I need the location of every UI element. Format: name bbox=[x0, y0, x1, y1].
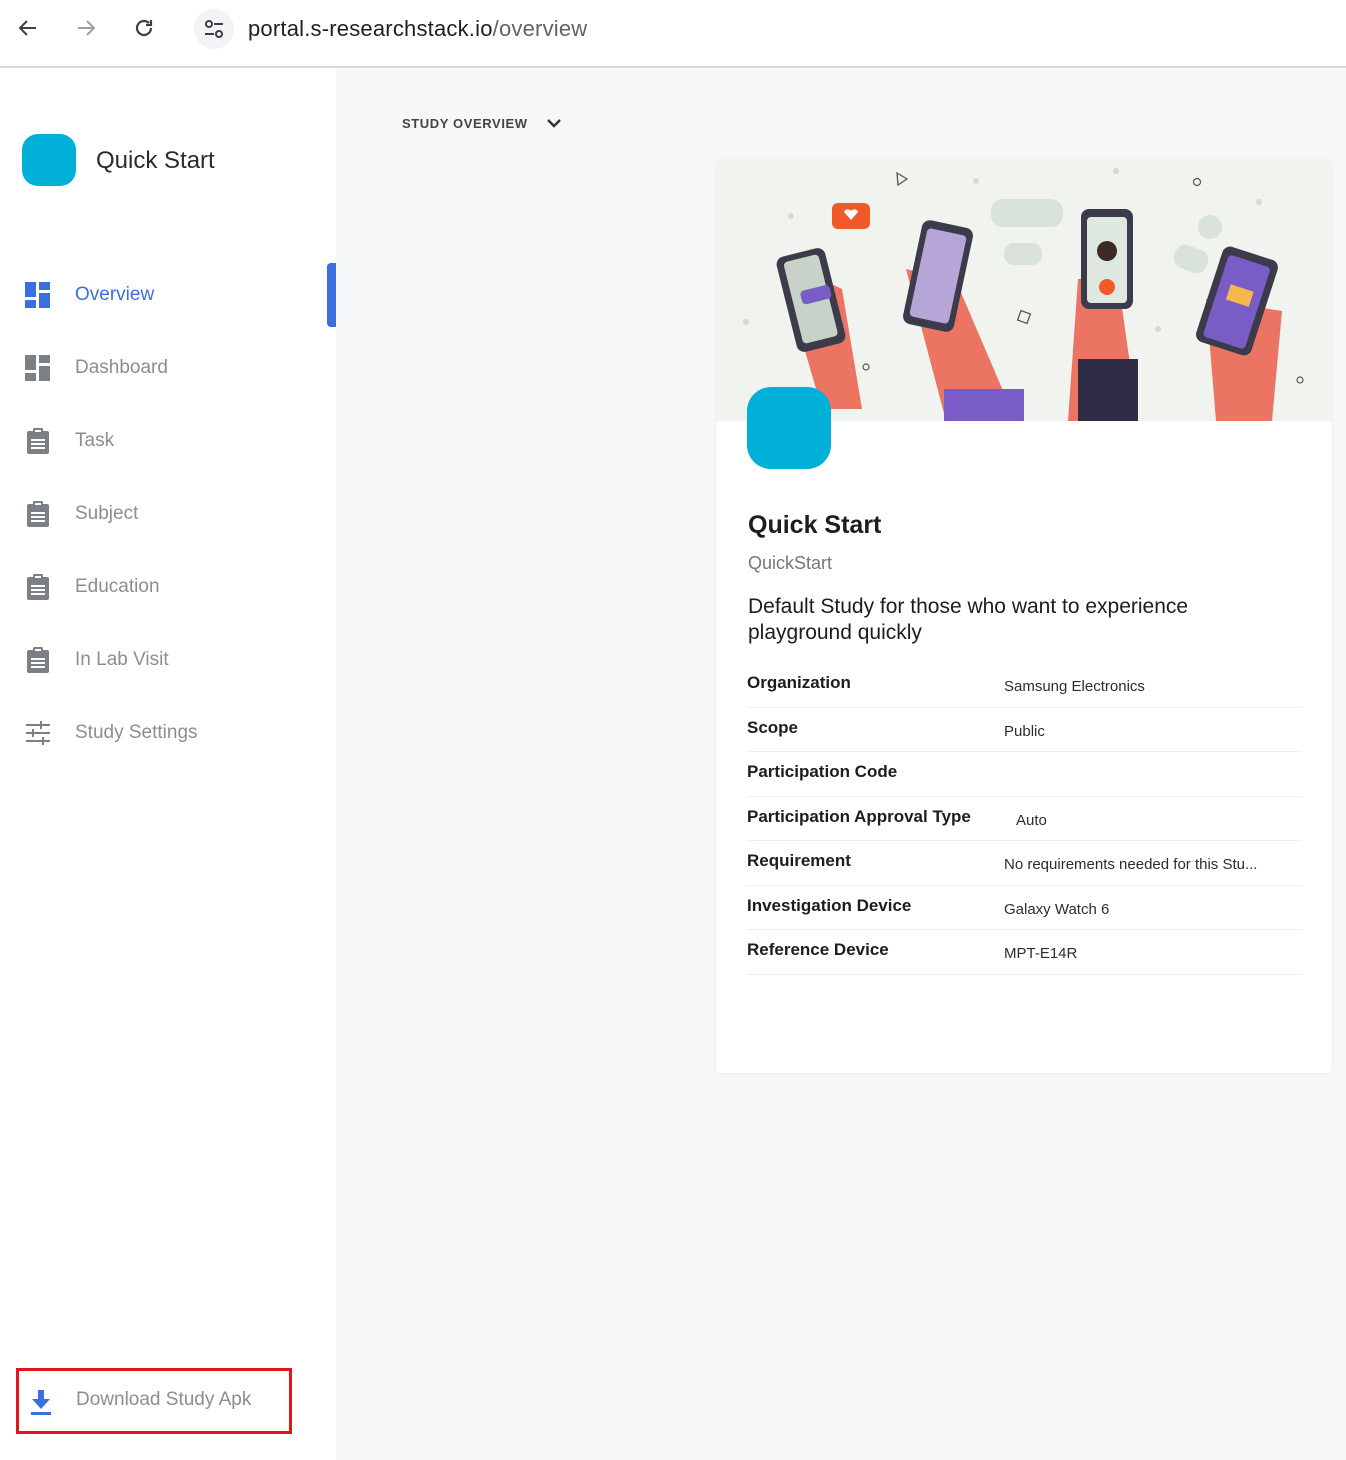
info-key: Investigation Device bbox=[747, 895, 912, 915]
info-row-participation-code: Participation Code bbox=[747, 752, 1302, 797]
sidebar-item-label: In Lab Visit bbox=[75, 649, 169, 670]
info-row-requirement: Requirement No requirements needed for t… bbox=[747, 841, 1302, 886]
download-study-apk-button[interactable]: Download Study Apk bbox=[16, 1368, 292, 1434]
info-row-investigation-device: Investigation Device Galaxy Watch 6 bbox=[747, 886, 1302, 930]
info-value: Auto bbox=[1016, 811, 1047, 829]
sidebar-item-label: Task bbox=[75, 430, 115, 451]
download-icon bbox=[31, 1390, 51, 1415]
browser-toolbar: portal.s-researchstack.io/overview bbox=[0, 0, 1346, 68]
info-row-scope: Scope Public bbox=[747, 708, 1302, 752]
banner-illustration bbox=[716, 159, 1332, 421]
sidebar-item-label: Subject bbox=[75, 503, 139, 524]
study-card: Quick Start QuickStart Default Study for… bbox=[716, 159, 1332, 1073]
info-value: Galaxy Watch 6 bbox=[1004, 900, 1110, 918]
info-key: Participation Approval Type bbox=[747, 806, 971, 826]
back-button[interactable] bbox=[10, 10, 46, 46]
site-info-button[interactable] bbox=[194, 9, 234, 49]
sidebar-item-task[interactable]: Task bbox=[0, 416, 336, 466]
sidebar-item-in-lab-visit[interactable]: In Lab Visit bbox=[0, 635, 336, 685]
section-label: STUDY OVERVIEW bbox=[402, 115, 528, 131]
sidebar-item-study-settings[interactable]: Study Settings bbox=[0, 708, 336, 758]
info-key: Participation Code bbox=[747, 762, 898, 781]
clipboard-icon bbox=[27, 574, 49, 600]
chevron-down-icon bbox=[546, 119, 561, 128]
sidebar-item-label: Education bbox=[75, 576, 160, 597]
arrow-right-icon bbox=[78, 20, 96, 36]
info-row-approval-type: Participation Approval Type Auto bbox=[747, 797, 1302, 841]
sidebar-item-subject[interactable]: Subject bbox=[0, 489, 336, 539]
dashboard-tiles-icon bbox=[25, 355, 50, 381]
info-key: Reference Device bbox=[747, 940, 889, 959]
dashboard-tiles-icon bbox=[25, 282, 50, 308]
sliders-icon bbox=[26, 721, 50, 745]
url-text: portal.s-researchstack.io/overview bbox=[248, 16, 588, 41]
main-content: STUDY OVERVIEW Quick Start QuickStart De… bbox=[336, 69, 1346, 1460]
reload-button[interactable] bbox=[126, 10, 162, 46]
info-key: Organization bbox=[747, 673, 851, 692]
clipboard-icon bbox=[27, 428, 49, 454]
info-value: Samsung Electronics bbox=[1004, 678, 1145, 695]
reload-icon bbox=[135, 19, 153, 37]
sidebar-item-label: Study Settings bbox=[75, 722, 198, 743]
active-indicator bbox=[327, 263, 336, 327]
info-row-organization: Organization Samsung Electronics bbox=[747, 663, 1302, 708]
sidebar-item-dashboard[interactable]: Dashboard bbox=[0, 343, 336, 393]
info-key: Scope bbox=[747, 717, 799, 737]
info-value: No requirements needed for this Stu... bbox=[1004, 856, 1258, 873]
arrow-left-icon bbox=[18, 20, 36, 36]
info-value: MPT-E14R bbox=[1004, 945, 1078, 962]
clipboard-icon bbox=[27, 501, 49, 527]
info-value: Public bbox=[1004, 722, 1045, 740]
study-logo-large bbox=[747, 387, 831, 469]
sidebar-item-education[interactable]: Education bbox=[0, 562, 336, 612]
study-overview-dropdown[interactable]: STUDY OVERVIEW bbox=[402, 113, 564, 133]
study-id: QuickStart bbox=[748, 553, 833, 573]
study-title: Quick Start bbox=[748, 511, 882, 539]
clipboard-icon bbox=[27, 647, 49, 673]
info-key: Requirement bbox=[747, 851, 851, 870]
forward-button[interactable] bbox=[68, 10, 104, 46]
sidebar-item-label: Overview bbox=[75, 284, 155, 305]
sidebar: Quick Start Overview Dashboard Task Subj… bbox=[0, 69, 336, 1460]
study-description: Default Study for those who want to expe… bbox=[748, 595, 1189, 644]
sidebar-item-label: Dashboard bbox=[75, 357, 168, 378]
study-info-table: Organization Samsung Electronics Scope P… bbox=[747, 663, 1302, 975]
tune-icon bbox=[205, 20, 223, 38]
sidebar-item-overview[interactable]: Overview bbox=[0, 263, 336, 327]
study-logo bbox=[22, 134, 76, 186]
study-title: Quick Start bbox=[96, 147, 215, 174]
download-label: Download Study Apk bbox=[76, 1389, 252, 1410]
address-bar[interactable]: portal.s-researchstack.io/overview bbox=[188, 6, 1346, 52]
info-row-reference-device: Reference Device MPT-E14R bbox=[747, 930, 1302, 975]
